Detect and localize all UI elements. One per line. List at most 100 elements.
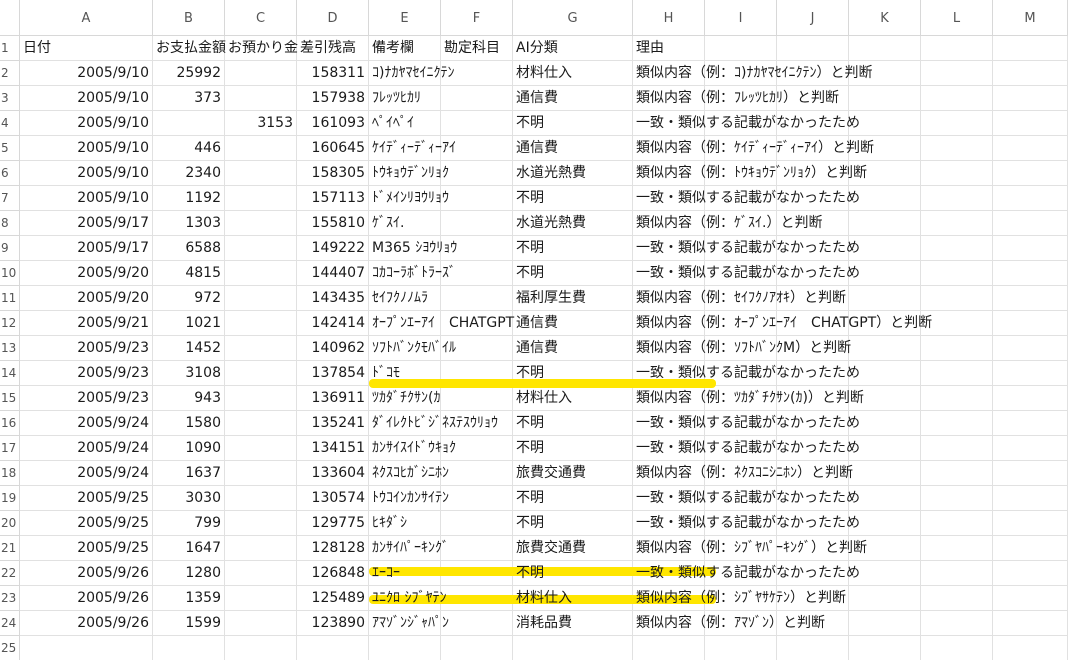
cell-a19[interactable]: 2005/9/25 [20,486,153,511]
cell-a2[interactable]: 2005/9/10 [20,61,153,86]
cell-b1[interactable]: お支払金額 [153,36,226,61]
cell-b24[interactable]: 1599 [153,611,225,636]
cell-b21[interactable]: 1647 [153,536,225,561]
cell-c10[interactable] [225,261,297,286]
cell-m21[interactable] [993,536,1068,561]
cell-m7[interactable] [993,186,1068,211]
cell-f1[interactable]: 勘定科目 [441,36,513,61]
cell-e23[interactable]: ﾕﾆｸﾛ ｼﾌﾞﾔﾃﾝ [369,586,446,611]
cell-m10[interactable] [993,261,1068,286]
cell-m20[interactable] [993,511,1068,536]
cell-g10[interactable]: 不明 [513,261,633,286]
cell-m6[interactable] [993,161,1068,186]
cell-f25[interactable] [441,636,513,660]
cell-l16[interactable] [921,411,993,436]
column-header-i[interactable]: I [705,0,777,36]
cell-g1[interactable]: AI分類 [513,36,633,61]
cell-a20[interactable]: 2005/9/25 [20,511,153,536]
row-header-21[interactable]: 21 [0,536,20,561]
cell-f3[interactable] [441,86,513,111]
cell-a16[interactable]: 2005/9/24 [20,411,153,436]
cell-h6[interactable]: 類似内容（例：ﾄｳｷｮｳﾃﾞﾝﾘｮｸ）と判断 [633,161,867,186]
cell-l25[interactable] [921,636,993,660]
cell-b16[interactable]: 1580 [153,411,225,436]
cell-c12[interactable] [225,311,297,336]
cell-h24[interactable]: 類似内容（例：ｱﾏｿﾞﾝ）と判断 [633,611,825,636]
cell-c5[interactable] [225,136,297,161]
cell-c18[interactable] [225,461,297,486]
cell-m11[interactable] [993,286,1068,311]
cell-m15[interactable] [993,386,1068,411]
cell-d23[interactable]: 125489 [297,586,369,611]
cell-f24[interactable] [441,611,513,636]
cell-l11[interactable] [921,286,993,311]
cell-c8[interactable] [225,211,297,236]
cell-l10[interactable] [921,261,993,286]
cell-m12[interactable] [993,311,1068,336]
cell-f14[interactable] [441,361,513,386]
row-header-13[interactable]: 13 [0,336,20,361]
cell-b13[interactable]: 1452 [153,336,225,361]
cell-h10[interactable]: 一致・類似する記載がなかったため [633,261,860,286]
cell-e17[interactable]: ｶﾝｻｲｽｲﾄﾞｳｷｮｸ [369,436,456,461]
cell-a7[interactable]: 2005/9/10 [20,186,153,211]
cell-d22[interactable]: 126848 [297,561,369,586]
cell-e1[interactable]: 備考欄 [369,36,441,61]
cell-f4[interactable] [441,111,513,136]
cell-c11[interactable] [225,286,297,311]
cell-e4[interactable]: ﾍﾟｲﾍﾟｲ [369,111,441,136]
cell-a12[interactable]: 2005/9/21 [20,311,153,336]
cell-d1[interactable]: 差引残高 [297,36,369,61]
cell-c24[interactable] [225,611,297,636]
cell-l14[interactable] [921,361,993,386]
cell-a4[interactable]: 2005/9/10 [20,111,153,136]
cell-k8[interactable] [849,211,921,236]
column-header-b[interactable]: B [153,0,225,36]
row-header-16[interactable]: 16 [0,411,20,436]
cell-g12[interactable]: 通信費 [513,311,633,336]
cell-g22[interactable]: 不明 [513,561,633,586]
row-header-11[interactable]: 11 [0,286,20,311]
row-header-15[interactable]: 15 [0,386,20,411]
spreadsheet-grid[interactable]: A B C D E F G H I J K L M 1 日付 お支払金額 お預かり金 差引残高 備考欄 勘定科目 AI分… [0,0,1068,660]
cell-d25[interactable] [297,636,369,660]
cell-b7[interactable]: 1192 [153,186,225,211]
cell-m18[interactable] [993,461,1068,486]
cell-e16[interactable]: ﾀﾞｲﾚｸﾄﾋﾞｼﾞﾈｽﾃｽｳﾘｮｳ [369,411,498,436]
cell-b19[interactable]: 3030 [153,486,225,511]
cell-b6[interactable]: 2340 [153,161,225,186]
cell-l24[interactable] [921,611,993,636]
cell-d3[interactable]: 157938 [297,86,369,111]
cell-f6[interactable] [441,161,513,186]
cell-c25[interactable] [225,636,297,660]
cell-g20[interactable]: 不明 [513,511,633,536]
cell-e5[interactable]: ｹｲﾃﾞｨｰﾃﾞｨｰｱｲ [369,136,456,161]
cell-h11[interactable]: 類似内容（例：ｾｲﾌｸﾉｱｵｷ）と判断 [633,286,846,311]
cell-c4[interactable]: 3153 [225,111,297,136]
cell-e10[interactable]: ｺｶｺｰﾗﾎﾞﾄﾗｰｽﾞ [369,261,456,286]
row-header-19[interactable]: 19 [0,486,20,511]
cell-h14[interactable]: 一致・類似する記載がなかったため [633,361,860,386]
cell-l15[interactable] [921,386,993,411]
cell-a3[interactable]: 2005/9/10 [20,86,153,111]
cell-m4[interactable] [993,111,1068,136]
cell-d5[interactable]: 160645 [297,136,369,161]
cell-g24[interactable]: 消耗品費 [513,611,633,636]
cell-m1[interactable] [993,36,1068,61]
cell-a11[interactable]: 2005/9/20 [20,286,153,311]
cell-f8[interactable] [441,211,513,236]
cell-m5[interactable] [993,136,1068,161]
cell-f11[interactable] [441,286,513,311]
cell-h21[interactable]: 類似内容（例：ｼﾌﾞﾔﾊﾟｰｷﾝｸﾞ）と判断 [633,536,867,561]
cell-h9[interactable]: 一致・類似する記載がなかったため [633,236,860,261]
cell-a10[interactable]: 2005/9/20 [20,261,153,286]
cell-m3[interactable] [993,86,1068,111]
cell-c13[interactable] [225,336,297,361]
cell-c14[interactable] [225,361,297,386]
cell-h16[interactable]: 一致・類似する記載がなかったため [633,411,860,436]
cell-e18[interactable]: ﾈｸｽｺﾋｶﾞｼﾆﾎﾝ [369,461,449,486]
cell-l17[interactable] [921,436,993,461]
cell-c1[interactable]: お預かり金 [225,36,298,61]
cell-h7[interactable]: 一致・類似する記載がなかったため [633,186,860,211]
cell-l19[interactable] [921,486,993,511]
